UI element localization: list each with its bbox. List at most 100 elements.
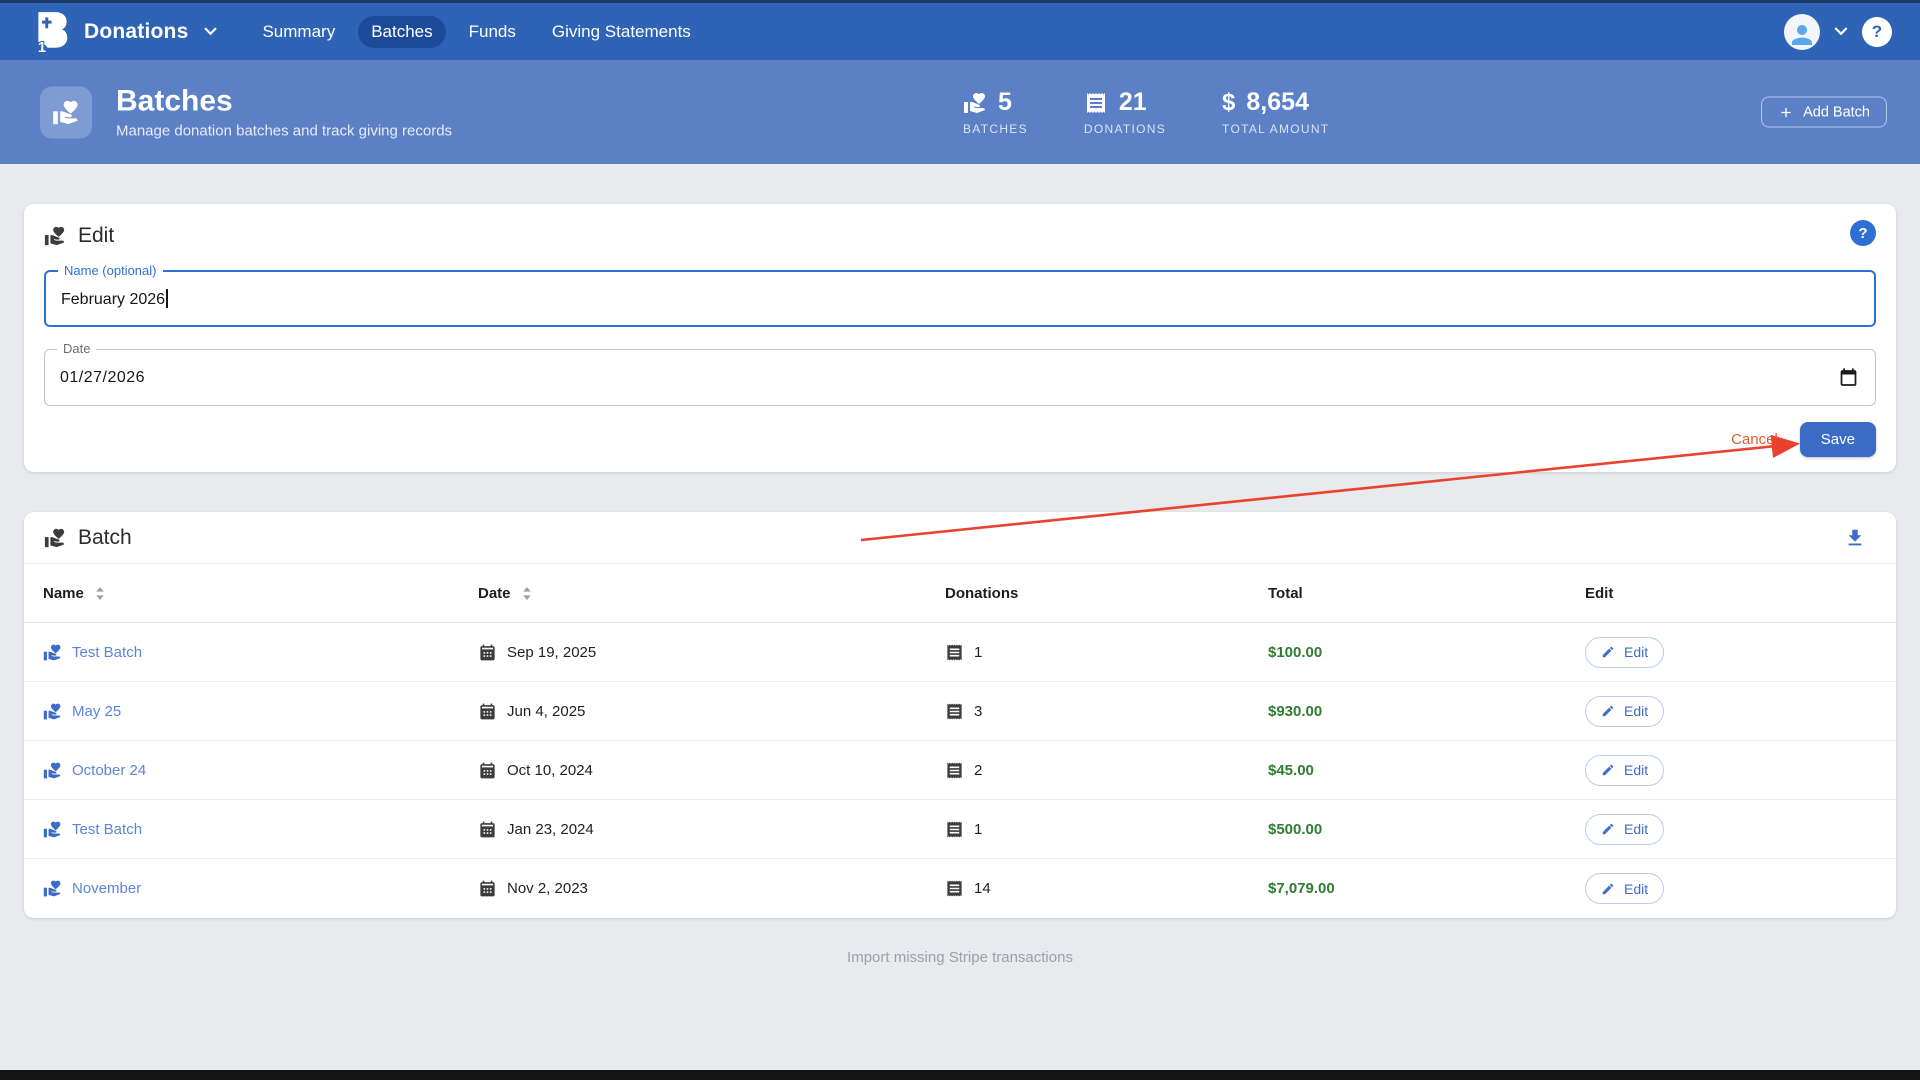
table-row: Test Batch Jan 23, 2024 1 $500.00 [24,800,1896,859]
main-content: Edit ? Name (optional) February 2026 Dat… [0,204,1920,966]
edit-row-button[interactable]: Edit [1585,755,1664,786]
batch-total: $500.00 [1268,821,1322,838]
nav-item-funds[interactable]: Funds [456,16,529,48]
account-chevron-down-icon[interactable] [1834,27,1848,36]
app-logo-icon [34,10,70,54]
receipt-icon [945,702,964,721]
page-icon-tile [40,86,92,138]
column-header-date[interactable]: Date [459,585,926,602]
calendar-picker-icon[interactable] [1838,367,1859,388]
plus-icon [1778,104,1794,120]
main-nav: Summary Batches Funds Giving Statements [249,16,703,48]
batch-donation-count: 1 [974,644,982,661]
hand-heart-icon [44,527,66,549]
pencil-icon [1601,763,1615,777]
edit-row-button[interactable]: Edit [1585,873,1664,904]
batch-card-title: Batch [78,526,132,550]
edit-row-button[interactable]: Edit [1585,814,1664,845]
batch-total: $930.00 [1268,703,1322,720]
cancel-button[interactable]: Cancel [1727,425,1782,454]
calendar-icon [478,702,497,721]
pencil-icon [1601,882,1615,896]
stat-donations: 21 DONATIONS [1084,88,1166,136]
date-input-label: Date [57,341,96,356]
stat-label: BATCHES [963,122,1028,136]
table-row: Test Batch Sep 19, 2025 1 $100.00 [24,623,1896,682]
date-input-value: 01/27/2026 [45,369,145,387]
column-header-edit: Edit [1566,585,1896,602]
text-caret [166,289,168,308]
sort-icon [522,587,532,600]
stat-batches: 5 BATCHES [963,88,1028,136]
batch-donation-count: 14 [974,880,991,897]
batch-name-link[interactable]: Test Batch [72,821,142,838]
navbar-right: ? [1784,14,1892,50]
receipt-icon [945,643,964,662]
column-header-total: Total [1249,585,1566,602]
app-menu[interactable]: Donations [34,10,217,54]
batch-name-link[interactable]: Test Batch [72,644,142,661]
nav-item-summary[interactable]: Summary [249,16,348,48]
batch-date: Oct 10, 2024 [507,762,593,779]
batch-name-link[interactable]: October 24 [72,762,146,779]
stat-label: DONATIONS [1084,122,1166,136]
batch-list-card: Batch Name Date Donations Total Edit [24,512,1896,918]
dollar-icon: $ [1222,89,1235,117]
stat-value: 21 [1119,88,1147,117]
batch-total: $7,079.00 [1268,880,1335,897]
stat-value: 8,654 [1246,88,1309,117]
table-row: May 25 Jun 4, 2025 3 $930.00 [24,682,1896,741]
app-title: Donations [84,20,188,44]
hand-heart-icon [43,643,62,662]
window-bottom-bar [0,1070,1920,1080]
edit-row-button[interactable]: Edit [1585,696,1664,727]
hand-heart-icon [43,702,62,721]
batch-donation-count: 1 [974,821,982,838]
pencil-icon [1601,822,1615,836]
batch-date: Jun 4, 2025 [507,703,585,720]
batch-name-link[interactable]: May 25 [72,703,121,720]
column-header-name[interactable]: Name [24,585,459,602]
batch-donation-count: 3 [974,703,982,720]
add-batch-button[interactable]: Add Batch [1761,97,1887,128]
hand-heart-icon [44,225,66,247]
sort-icon [95,587,105,600]
calendar-icon [478,761,497,780]
name-input[interactable]: Name (optional) February 2026 [44,270,1876,327]
stat-label: TOTAL AMOUNT [1222,122,1329,136]
calendar-icon [478,820,497,839]
hand-heart-icon [43,761,62,780]
pencil-icon [1601,645,1615,659]
edit-card-title: Edit [78,224,114,248]
batch-total: $45.00 [1268,762,1314,779]
chevron-down-icon [204,27,217,36]
edit-row-button[interactable]: Edit [1585,637,1664,668]
page-header: Batches Manage donation batches and trac… [0,60,1920,164]
table-row: November Nov 2, 2023 14 $7,079.00 [24,859,1896,918]
download-icon[interactable] [1844,527,1866,549]
date-input[interactable]: Date 01/27/2026 [44,349,1876,406]
edit-batch-card: Edit ? Name (optional) February 2026 Dat… [24,204,1896,472]
receipt-icon [945,879,964,898]
hand-heart-icon [963,91,987,115]
table-body: Test Batch Sep 19, 2025 1 $100.00 [24,623,1896,918]
hand-heart-icon [43,820,62,839]
stat-value: 5 [998,88,1012,117]
batch-total: $100.00 [1268,644,1322,661]
column-header-donations: Donations [926,585,1249,602]
batch-date: Sep 19, 2025 [507,644,596,661]
batch-date: Nov 2, 2023 [507,880,588,897]
batch-name-link[interactable]: November [72,880,141,897]
help-icon[interactable]: ? [1862,17,1892,47]
avatar[interactable] [1784,14,1820,50]
table-header: Name Date Donations Total Edit [24,564,1896,623]
nav-item-batches[interactable]: Batches [358,16,445,48]
help-icon[interactable]: ? [1850,220,1876,246]
page-title: Batches [116,85,452,118]
nav-item-giving-statements[interactable]: Giving Statements [539,16,704,48]
save-button[interactable]: Save [1800,422,1876,457]
import-stripe-link[interactable]: Import missing Stripe transactions [24,949,1896,966]
table-row: October 24 Oct 10, 2024 2 $45.00 [24,741,1896,800]
pencil-icon [1601,704,1615,718]
batch-date: Jan 23, 2024 [507,821,594,838]
